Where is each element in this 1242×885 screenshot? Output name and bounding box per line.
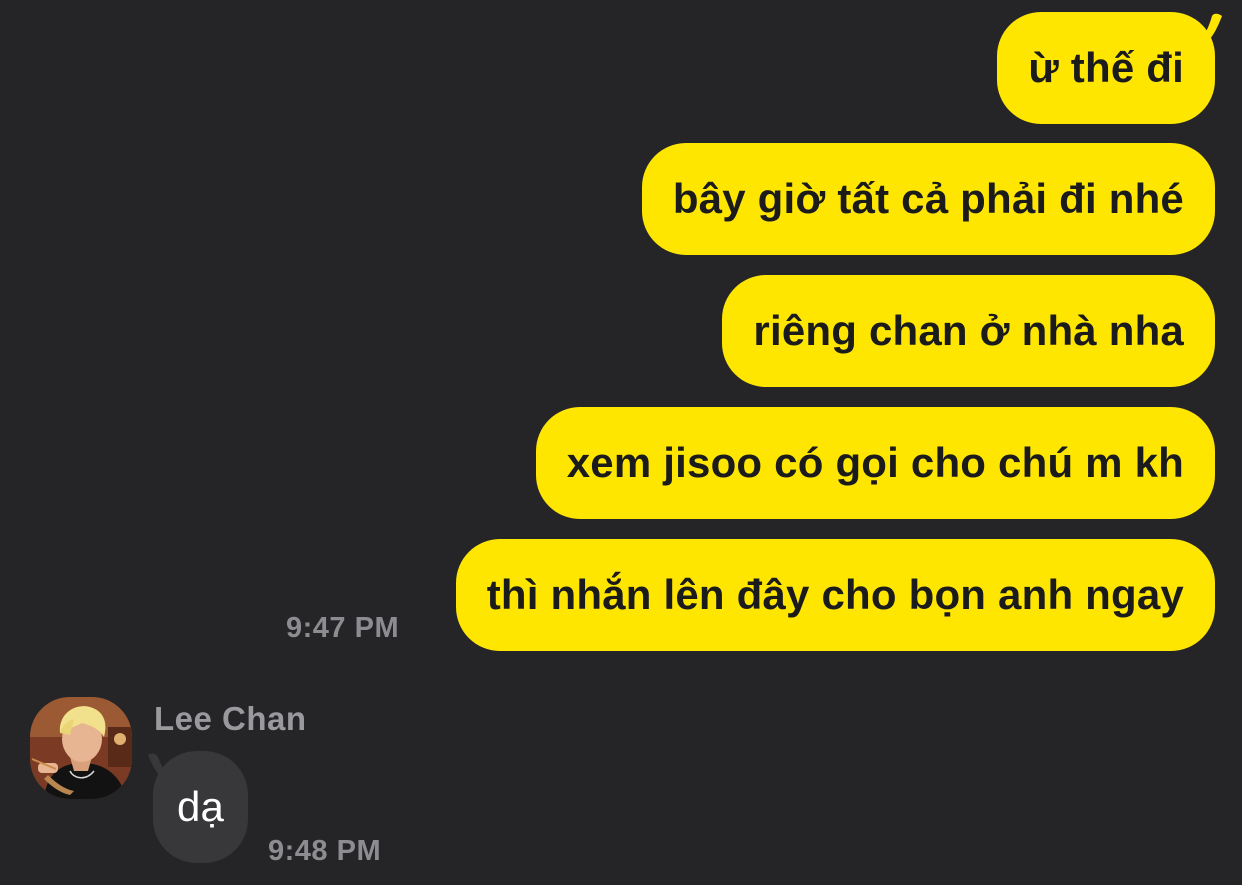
- outgoing-message[interactable]: ừ thế đi: [997, 12, 1215, 124]
- message-timestamp: 9:47 PM: [286, 612, 400, 644]
- chat-thread: ừ thế đi bây giờ tất cả phải đi nhé riên…: [0, 0, 1242, 885]
- outgoing-message[interactable]: bây giờ tất cả phải đi nhé: [641, 143, 1215, 255]
- message-timestamp: 9:48 PM: [268, 835, 382, 867]
- outgoing-message[interactable]: riêng chan ở nhà nha: [722, 275, 1215, 387]
- outgoing-message[interactable]: thì nhắn lên đây cho bọn anh ngay: [455, 539, 1215, 651]
- avatar-photo-icon: [30, 697, 132, 799]
- profile-photo-avatar[interactable]: [30, 697, 132, 799]
- outgoing-message[interactable]: xem jisoo có gọi cho chú m kh: [535, 407, 1215, 519]
- incoming-message[interactable]: dạ: [153, 751, 249, 863]
- sender-name: Lee Chan: [154, 700, 307, 737]
